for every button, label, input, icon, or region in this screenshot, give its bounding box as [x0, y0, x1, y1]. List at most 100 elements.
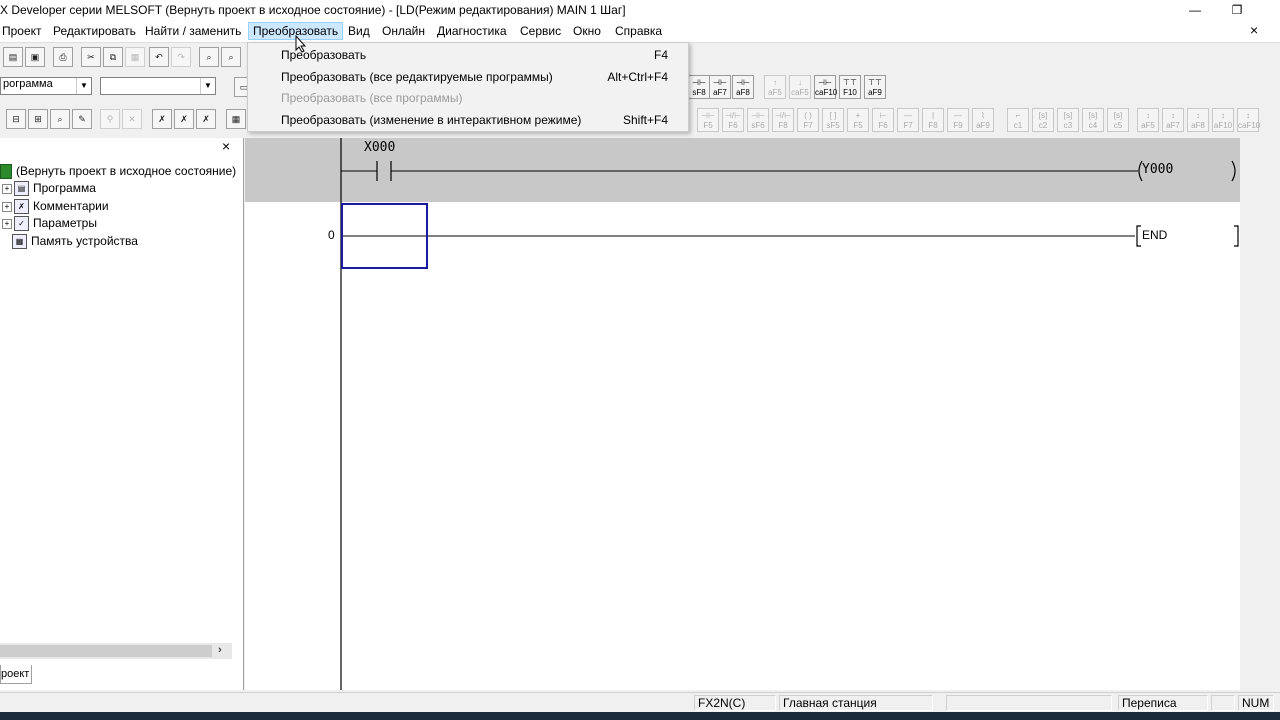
menu-convert-online-change-item[interactable]: Преобразовать (изменение в интерактивном… [281, 113, 581, 127]
save-icon[interactable]: ▣ [25, 47, 45, 67]
fkey-caF5[interactable]: ↓ caF5 [789, 75, 811, 99]
fkey-aF9[interactable]: ⊤⊤ aF9 [864, 75, 886, 99]
fkey-aF5[interactable]: ↑ aF5 [764, 75, 786, 99]
ladder-symbol-icon[interactable]: ⊟ [6, 109, 26, 129]
comment-icon[interactable]: ✕ [122, 109, 142, 129]
fkey-c4[interactable]: [s] c4 [1082, 108, 1104, 132]
fkey-aF5-b[interactable]: ↕ aF5 [1137, 108, 1159, 132]
menu-window[interactable]: Окно [573, 24, 601, 38]
print-icon[interactable]: ⎙ [53, 47, 73, 67]
fkey-F6[interactable]: ⊣/⊢ F6 [722, 108, 744, 132]
ladder-symbol-keys-row2: ⊣⊢ F5 ⊣/⊢ F6 ⊣⊢ sF6 ⊣/⊢ F8 ( ) F7 [ ] sF5 + F5 … [697, 108, 1280, 136]
fkey-aF9[interactable]: ⌇ aF9 [972, 108, 994, 132]
menu-convert-all-edited-item[interactable]: Преобразовать (все редактируемые програм… [281, 70, 553, 84]
scroll-thumb[interactable] [0, 645, 212, 657]
undo-icon[interactable]: ↶ [149, 47, 169, 67]
fkey-c3[interactable]: [s] c3 [1057, 108, 1079, 132]
tab-project[interactable]: роект [0, 665, 32, 684]
expand-icon[interactable]: + [2, 183, 12, 194]
fkey-F7[interactable]: ( ) F7 [797, 108, 819, 132]
monitor-icon[interactable]: ⌕ [50, 109, 70, 129]
ladder-canvas [340, 138, 1239, 690]
fkey-F5[interactable]: ⊣⊢ F5 [697, 108, 719, 132]
read-icon[interactable]: ⚲ [100, 109, 120, 129]
fkey-F8[interactable]: ⊣/⊢ F8 [772, 108, 794, 132]
menu-convert-item[interactable]: Преобразовать [281, 48, 366, 62]
tree-item-label: Память устройства [31, 234, 138, 248]
end-bracket-left [1136, 225, 1141, 247]
device-batch-icon[interactable]: ▦ [226, 109, 246, 129]
paste-icon[interactable]: ▦ [125, 47, 145, 67]
fkey-sF6[interactable]: ⊣⊢ sF6 [747, 108, 769, 132]
fkey-aF7[interactable]: ⊣⊢ aF7 [709, 75, 731, 99]
status-station: Главная станция [779, 695, 933, 711]
fkey-F6-b[interactable]: ⊢ F6 [872, 108, 894, 132]
expand-icon[interactable]: + [2, 201, 12, 212]
fkey-F10[interactable]: ⊤⊤ F10 [839, 75, 861, 99]
fkey-aF8-b[interactable]: ↕ aF8 [1187, 108, 1209, 132]
fkey-c5[interactable]: [s] c5 [1107, 108, 1129, 132]
menu-help[interactable]: Справка [615, 24, 662, 38]
menu-edit[interactable]: Редактировать [53, 24, 136, 38]
fkey-caF10[interactable]: ⊣⊢ caF10 [814, 75, 837, 99]
scroll-right-icon[interactable]: › [218, 644, 222, 656]
fkey-F9[interactable]: — F9 [947, 108, 969, 132]
open-icon[interactable]: ▤ [3, 47, 23, 67]
menu-find-replace[interactable]: Найти / заменить [145, 24, 241, 38]
edit-comment-icon[interactable]: ✗ [152, 109, 172, 129]
fkey-caF10-b[interactable]: ↕ caF10 [1237, 108, 1260, 132]
fkey-c1[interactable]: ⌐ c1 [1007, 108, 1029, 132]
convert-dropdown-menu: Преобразовать F4 Преобразовать (все реда… [247, 42, 689, 132]
program-combo-value: рограмма [3, 78, 53, 90]
fkey-F7-b[interactable]: — F7 [897, 108, 919, 132]
close-document-button[interactable]: × [1250, 22, 1258, 38]
close-panel-button[interactable]: × [222, 138, 230, 154]
tree-item-program[interactable]: + ▤ Программа [2, 181, 96, 197]
menu-project[interactable]: Проект [2, 24, 42, 38]
ladder-editor[interactable]: X000 Y000 0 END [245, 138, 1240, 690]
fkey-aF7-b[interactable]: ↕ aF7 [1162, 108, 1184, 132]
menu-diagnostics[interactable]: Диагностика [437, 24, 507, 38]
write-icon[interactable]: ✎ [72, 109, 92, 129]
fkey-sF5[interactable]: [ ] sF5 [822, 108, 844, 132]
status-empty [946, 695, 1112, 711]
shortcut-label: Alt+Ctrl+F4 [607, 70, 668, 84]
find-device-icon[interactable]: ⌕ [221, 47, 241, 67]
shortcut-label: Shift+F4 [622, 113, 668, 127]
parameter-icon: ✓ [14, 216, 29, 232]
ladder-list-icon[interactable]: ⊞ [28, 109, 48, 129]
fkey-aF10[interactable]: ↕ aF10 [1212, 108, 1234, 132]
program-combo[interactable]: рограмма ▼ [0, 77, 92, 95]
project-icon [0, 164, 12, 180]
menu-online[interactable]: Онлайн [382, 24, 425, 38]
edit-statement-icon[interactable]: ✗ [174, 109, 194, 129]
tree-item-parameters[interactable]: + ✓ Параметры [2, 216, 97, 232]
tree-item-device-memory[interactable]: ▦ Память устройства [12, 234, 138, 250]
edit-note-icon[interactable]: ✗ [196, 109, 216, 129]
taskbar [0, 712, 1280, 720]
minimize-button[interactable]: — [1172, 0, 1218, 20]
menu-view[interactable]: Вид [348, 24, 370, 38]
tree-item-comments[interactable]: + ✗ Комментарии [2, 199, 109, 215]
tree-root[interactable]: (Вернуть проект в исходное состояние) [0, 164, 236, 180]
expand-icon[interactable]: + [2, 218, 12, 229]
mouse-pointer-icon [295, 35, 307, 53]
find-icon[interactable]: ⌕ [199, 47, 219, 67]
chevron-down-icon: ▼ [200, 78, 215, 94]
tree-hscrollbar[interactable]: › [0, 643, 232, 659]
fkey-F5-b[interactable]: + F5 [847, 108, 869, 132]
data-combo[interactable]: ▼ [100, 77, 216, 95]
end-bracket-right [1234, 225, 1239, 247]
fkey-aF8[interactable]: ⊣⊢ aF8 [732, 75, 754, 99]
fkey-c2[interactable]: [s] c2 [1032, 108, 1054, 132]
restore-button[interactable]: ❐ [1214, 0, 1260, 20]
fkey-sF8[interactable]: ⊣⊢ sF8 [688, 75, 710, 99]
cut-icon[interactable]: ✂ [81, 47, 101, 67]
copy-icon[interactable]: ⧉ [103, 47, 123, 67]
tree-item-label: Комментарии [33, 199, 109, 213]
fkey-F8-b[interactable]: | F8 [922, 108, 944, 132]
project-tree-panel: × (Вернуть проект в исходное состояние) … [0, 138, 244, 690]
contact-label: X000 [364, 140, 396, 155]
menu-tools[interactable]: Сервис [520, 24, 561, 38]
redo-icon[interactable]: ↷ [171, 47, 191, 67]
